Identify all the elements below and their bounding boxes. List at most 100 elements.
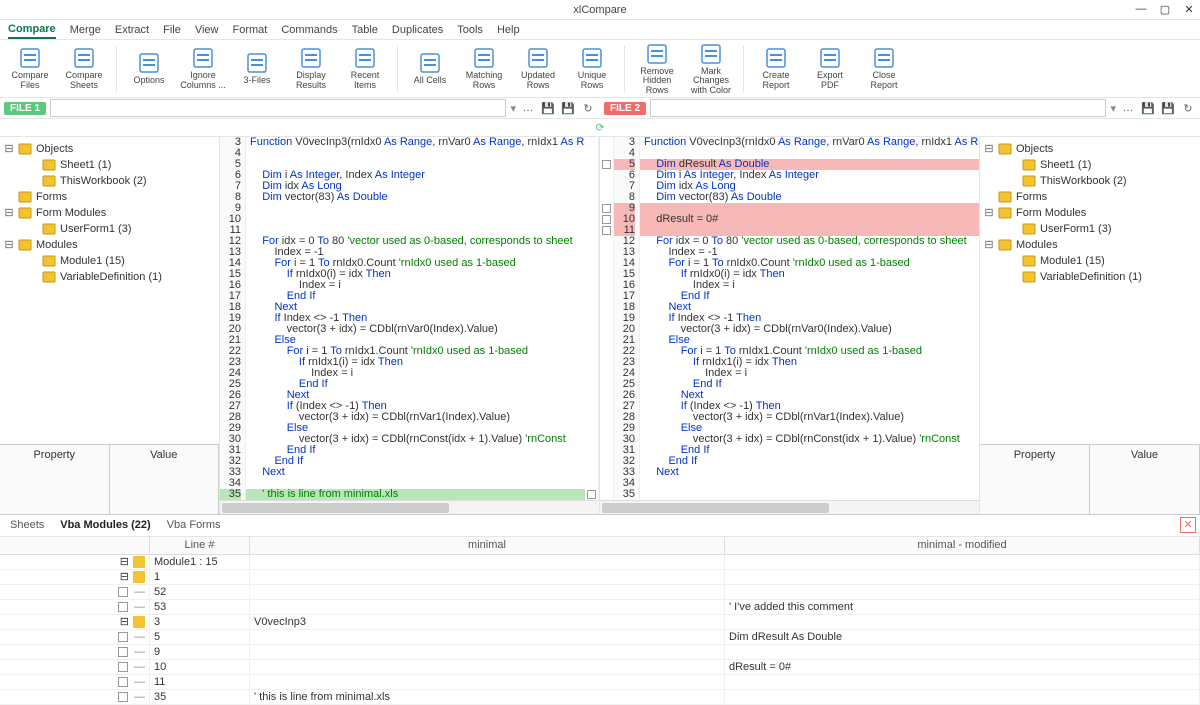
diff-marker[interactable] (602, 215, 611, 224)
minimize-button[interactable]: — (1134, 2, 1148, 16)
tree-form-modules[interactable]: ⊟Form Modules (982, 205, 1198, 221)
ribbon-3-files[interactable]: 3-Files (233, 42, 281, 96)
tree-objects[interactable]: ⊟Objects (2, 141, 217, 157)
file1-input[interactable] (50, 99, 506, 117)
menu-duplicates[interactable]: Duplicates (392, 22, 443, 38)
bottom-tab-vba-modules-22-[interactable]: Vba Modules (22) (60, 519, 150, 531)
line-header[interactable]: Line # (150, 537, 250, 554)
tree-thisworkbook[interactable]: ThisWorkbook (2) (982, 173, 1198, 189)
code-line[interactable]: Function V0vecInp3(rnIdx0 As Range, rnVa… (246, 137, 585, 148)
ribbon-compare-files[interactable]: CompareFiles (6, 42, 54, 96)
diff-marker[interactable] (602, 204, 611, 213)
checkbox[interactable] (118, 677, 128, 687)
diff-row[interactable]: —11 (0, 675, 1200, 690)
bottom-tab-sheets[interactable]: Sheets (10, 519, 44, 531)
diff-row[interactable]: ⊟Module1 : 15 (0, 555, 1200, 570)
diff-marker[interactable] (602, 160, 611, 169)
tree-forms[interactable]: Forms (982, 189, 1198, 205)
diff-row[interactable]: —9 (0, 645, 1200, 660)
ribbon-updated-rows[interactable]: UpdatedRows (514, 42, 562, 96)
value-header[interactable]: Value (110, 445, 220, 514)
close-button[interactable]: ✕ (1182, 2, 1196, 16)
diff-row[interactable]: —10dResult = 0# (0, 660, 1200, 675)
code-line[interactable] (246, 203, 585, 214)
file2-input[interactable] (650, 99, 1106, 117)
menu-tools[interactable]: Tools (457, 22, 483, 38)
tree-sheet1[interactable]: Sheet1 (1) (982, 157, 1198, 173)
menu-extract[interactable]: Extract (115, 22, 149, 38)
tree-module1[interactable]: Module1 (15) (2, 253, 217, 269)
code-line[interactable]: dResult = 0# (640, 214, 979, 225)
checkbox[interactable] (118, 647, 128, 657)
menu-file[interactable]: File (163, 22, 181, 38)
menu-view[interactable]: View (195, 22, 219, 38)
ribbon-all-cells[interactable]: All Cells (406, 42, 454, 96)
tree-objects[interactable]: ⊟Objects (982, 141, 1198, 157)
ribbon-matching-rows[interactable]: MatchingRows (460, 42, 508, 96)
code-line[interactable]: vector(3 + idx) = CDbl(rnVar0(Index).Val… (640, 324, 979, 335)
diff-row[interactable]: ⊟1 (0, 570, 1200, 585)
property-header[interactable]: Property (0, 445, 110, 514)
tree-module1[interactable]: Module1 (15) (982, 253, 1198, 269)
checkbox[interactable] (118, 692, 128, 702)
menu-merge[interactable]: Merge (70, 22, 101, 38)
hscroll-right[interactable] (600, 500, 979, 514)
diff-row[interactable]: —35' this is line from minimal.xls (0, 690, 1200, 705)
property-header-r[interactable]: Property (980, 445, 1090, 514)
file2-save-icon[interactable]: 💾 (1140, 100, 1156, 116)
checkbox[interactable] (118, 662, 128, 672)
file1-close-icon[interactable]: ↻ (580, 100, 596, 116)
ribbon-options[interactable]: Options (125, 42, 173, 96)
tree-form-modules[interactable]: ⊟Form Modules (2, 205, 217, 221)
menu-help[interactable]: Help (497, 22, 520, 38)
tree-userform1[interactable]: UserForm1 (3) (2, 221, 217, 237)
code-line[interactable]: Next (640, 467, 979, 478)
file2-save2-icon[interactable]: 💾 (1160, 100, 1176, 116)
diff-marker[interactable] (602, 226, 611, 235)
close-panel-button[interactable]: ✕ (1180, 517, 1196, 533)
bottom-tab-vba-forms[interactable]: Vba Forms (167, 519, 221, 531)
code-line[interactable]: Next (246, 467, 585, 478)
ribbon-ignore-columns-[interactable]: IgnoreColumns ... (179, 42, 227, 96)
code-line[interactable]: End If (246, 456, 585, 467)
tree-thisworkbook[interactable]: ThisWorkbook (2) (2, 173, 217, 189)
diff-row[interactable]: —5Dim dResult As Double (0, 630, 1200, 645)
code-line[interactable]: vector(3 + idx) = CDbl(rnVar0(Index).Val… (246, 324, 585, 335)
code-line[interactable]: Dim vector(83) As Double (640, 192, 979, 203)
tree-sheet1[interactable]: Sheet1 (1) (2, 157, 217, 173)
tree-modules[interactable]: ⊟Modules (2, 237, 217, 253)
tree-userform1[interactable]: UserForm1 (3) (982, 221, 1198, 237)
file2-close-icon[interactable]: ↻ (1180, 100, 1196, 116)
code-line[interactable] (246, 148, 585, 159)
tree-variabledefinition[interactable]: VariableDefinition (1) (982, 269, 1198, 285)
code-line[interactable]: End If (640, 456, 979, 467)
file2-browse-icon[interactable]: … (1120, 100, 1136, 116)
menu-table[interactable]: Table (352, 22, 378, 38)
ribbon-mark-changes-with-color[interactable]: Mark Changeswith Color (687, 42, 735, 96)
file1-save2-icon[interactable]: 💾 (560, 100, 576, 116)
tree-modules[interactable]: ⊟Modules (982, 237, 1198, 253)
code-line[interactable]: Dim vector(83) As Double (246, 192, 585, 203)
code-line[interactable] (246, 214, 585, 225)
ribbon-unique-rows[interactable]: UniqueRows (568, 42, 616, 96)
diff-row[interactable]: —53' I've added this comment (0, 600, 1200, 615)
tree-forms[interactable]: Forms (2, 189, 217, 205)
diff-marker[interactable] (587, 490, 596, 499)
file1-browse-icon[interactable]: … (520, 100, 536, 116)
menu-commands[interactable]: Commands (281, 22, 337, 38)
file1-save-icon[interactable]: 💾 (540, 100, 556, 116)
left-header[interactable]: minimal (250, 537, 725, 554)
menu-format[interactable]: Format (233, 22, 268, 38)
tree-variabledefinition[interactable]: VariableDefinition (1) (2, 269, 217, 285)
checkbox[interactable] (118, 602, 128, 612)
code-line[interactable]: Function V0vecInp3(rnIdx0 As Range, rnVa… (640, 137, 979, 148)
diff-row[interactable]: —52 (0, 585, 1200, 600)
right-header[interactable]: minimal - modified (725, 537, 1200, 554)
hscroll-left[interactable] (220, 500, 599, 514)
ribbon-remove-hidden-rows[interactable]: RemoveHidden Rows (633, 42, 681, 96)
ribbon-compare-sheets[interactable]: CompareSheets (60, 42, 108, 96)
diff-row[interactable]: ⊟3V0vecInp3 (0, 615, 1200, 630)
code-line[interactable]: ' this is line from minimal.xls (246, 489, 585, 500)
ribbon-create-report[interactable]: CreateReport (752, 42, 800, 96)
maximize-button[interactable]: ▢ (1158, 2, 1172, 16)
